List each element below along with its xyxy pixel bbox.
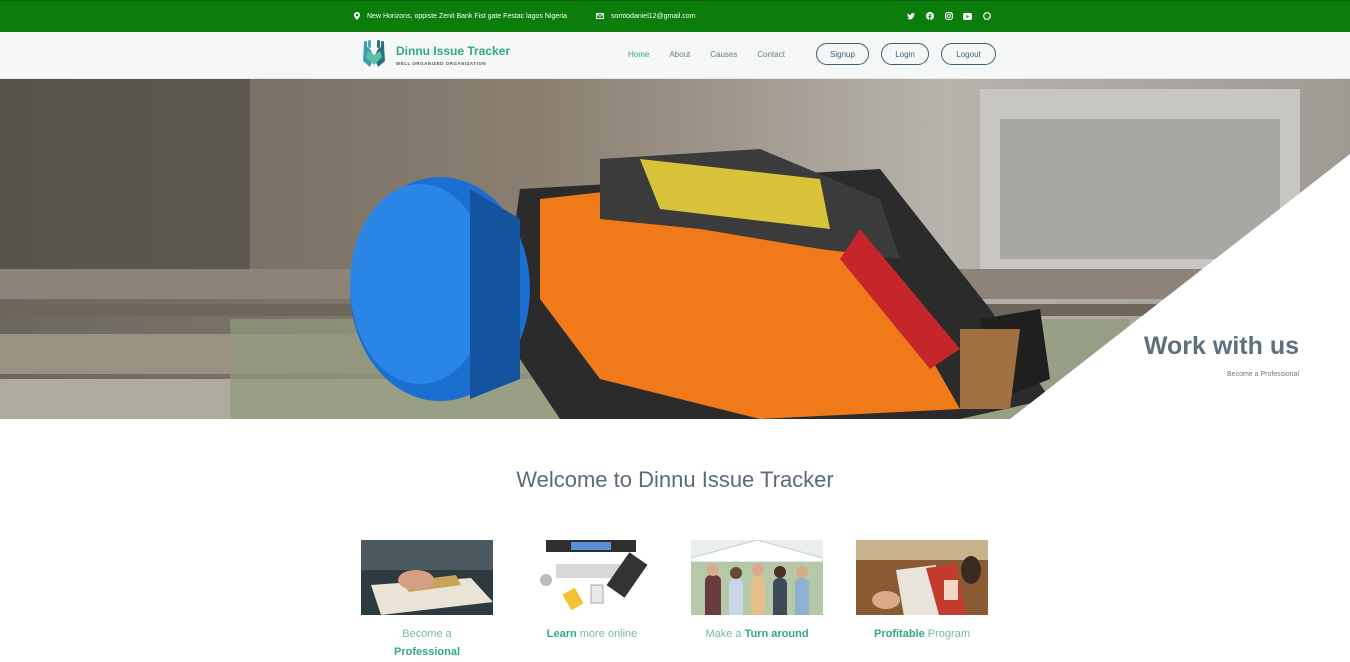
card-caption-post: Program [927,628,970,640]
nav-links: Home About Causes Contact [628,32,785,77]
nav-about[interactable]: About [669,50,690,59]
whatsapp-icon[interactable] [982,12,991,21]
email-info: somtodaniel12@gmail.com [596,1,696,31]
card-caption: Profitable Program [856,625,988,643]
nav-home[interactable]: Home [628,50,649,59]
hero-subtitle: Become a Professional [1227,371,1299,378]
login-button[interactable]: Login [881,43,929,65]
card-caption-pre: Become a [402,628,452,640]
location-pin-icon [354,12,360,20]
construction-worker-image [0,79,1350,419]
youtube-icon[interactable] [963,12,972,21]
address-text: New Horizons, oppiste Zenit Bank Fist ga… [367,12,567,20]
envelope-icon [596,13,604,19]
card-learn[interactable]: Learn more online [526,540,658,643]
logout-button[interactable]: Logout [941,43,996,65]
social-links [906,1,991,31]
nav-contact[interactable]: Contact [757,50,785,59]
instagram-icon[interactable] [944,12,953,21]
card-professional[interactable]: Become a Professional [361,540,493,661]
facebook-icon[interactable] [925,12,934,21]
nav-causes[interactable]: Causes [710,50,737,59]
top-info-bar: New Horizons, oppiste Zenit Bank Fist ga… [0,0,1350,32]
card-caption-strong: Professional [393,646,461,658]
address-info: New Horizons, oppiste Zenit Bank Fist ga… [354,1,567,31]
brand-tagline: WELL ORGANIZED ORGANIZATION [396,61,487,66]
card-caption: Make a Turn around [691,625,823,643]
hero-title: Work with us [1143,332,1299,360]
card-caption: Learn more online [526,625,658,643]
card-caption: Become a Professional [361,625,493,661]
brand-name: Dinnu Issue Tracker [396,44,511,58]
laptop-workspace-image [526,540,658,615]
team-photo-image [691,540,823,615]
card-turnaround[interactable]: Make a Turn around [691,540,823,643]
handshake-logo-icon [363,40,385,67]
card-caption-strong: Learn [546,628,577,640]
card-profitable[interactable]: Profitable Program [856,540,988,643]
card-caption-strong: Profitable [874,628,925,640]
welcome-heading: Welcome to Dinnu Issue Tracker [516,467,834,492]
email-text[interactable]: somtodaniel12@gmail.com [611,13,696,20]
reading-book-image [856,540,988,615]
card-caption-post: more online [579,628,638,640]
brand-logo[interactable]: Dinnu Issue Tracker WELL ORGANIZED ORGAN… [358,39,510,71]
twitter-icon[interactable] [906,12,915,21]
card-caption-strong: Turn around [744,628,809,640]
card-caption-pre: Make a [705,628,742,640]
hero-banner: Work with us Become a Professional [0,79,1350,419]
writing-desk-image [361,540,493,615]
main-navbar: Dinnu Issue Tracker WELL ORGANIZED ORGAN… [0,32,1350,79]
signup-button[interactable]: Signup [816,43,869,65]
